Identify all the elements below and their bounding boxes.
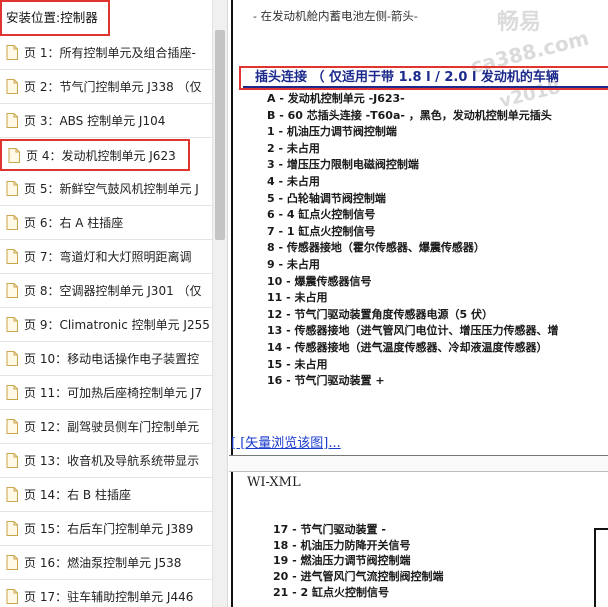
- page-list-item-label: 页 14：右 B 柱插座: [24, 488, 131, 502]
- pin-row: 19 - 燃油压力调节阀控制端: [273, 554, 411, 568]
- scroll-thumb[interactable]: [215, 30, 225, 240]
- page-divider: [229, 455, 608, 472]
- pin-row: 2 - 未占用: [267, 141, 320, 155]
- page-list-item-label: 页 8：空调器控制单元 J301 （仅: [24, 284, 202, 298]
- page-list-item[interactable]: 页 15：右后车门控制单元 J389: [0, 512, 212, 546]
- page-list-item-label: 页 6：右 A 柱插座: [24, 216, 124, 230]
- pin-row: 1 - 机油压力调节阀控制端: [267, 125, 397, 139]
- page-icon: [6, 113, 18, 128]
- page-list-item-label: 页 12：副驾驶员侧车门控制单元: [24, 420, 200, 434]
- page-list-item-label: 页 4：发动机控制单元 J623: [26, 148, 176, 163]
- pin-list-continued: 17 - 节气门驱动装置 - 18 - 机油压力防降开关信号 19 - 燃油压力调节…: [273, 522, 444, 601]
- pin-row: 5 - 凸轮轴调节阀控制端: [267, 191, 386, 205]
- pin-row: 6 - 4 缸点火控制信号: [267, 208, 376, 222]
- location-note: - 在发动机舱内蓄电池左侧-箭头-: [253, 9, 418, 23]
- pin-row: 16 - 节气门驱动装置 +: [267, 374, 385, 388]
- page-list-item[interactable]: 页 16：燃油泵控制单元 J538: [0, 546, 212, 580]
- pin-row: 10 - 爆震传感器信号: [267, 274, 372, 288]
- page-list-item[interactable]: 页 9：Climatronic 控制单元 J255: [0, 308, 212, 342]
- page-list-item-label: 页 1：所有控制单元及组合插座-: [24, 46, 196, 60]
- page-list-item[interactable]: 页 1：所有控制单元及组合插座-: [0, 36, 212, 70]
- wi-xml-label: WI-XML: [247, 475, 301, 490]
- sidebar-header: 安装位置:控制器: [0, 0, 110, 36]
- page-icon: [6, 181, 18, 196]
- pin-row: A - 发动机控制单元 -J623-: [267, 92, 405, 105]
- page-list-item[interactable]: 页 5：新鲜空气鼓风机控制单元 J: [0, 172, 212, 206]
- page-list-item-label: 页 17：驻车辅助控制单元 J446: [24, 590, 194, 604]
- watermark: 畅易: [497, 10, 542, 35]
- document-view: 畅易 ca388.com v2018 - 在发动机舱内蓄电池左侧-箭头- 插头连…: [229, 0, 608, 607]
- pin-row: 11 - 未占用: [267, 291, 328, 305]
- page-list-item-label: 页 13：收音机及导航系统带显示: [24, 454, 200, 468]
- page-list-item-label: 页 10：移动电话操作电子装置控: [24, 352, 200, 366]
- page-icon: [6, 487, 18, 502]
- pin-row: 4 - 未占用: [267, 174, 320, 188]
- sidebar: 安装位置:控制器 页 1：所有控制单元及组合插座- 页 2：节气门控制单元 J33…: [0, 0, 228, 607]
- page-list-item[interactable]: 页 14：右 B 柱插座: [0, 478, 212, 512]
- section-underline: [243, 86, 608, 88]
- page-list-item-label: 页 5：新鲜空气鼓风机控制单元 J: [24, 182, 199, 196]
- page-list-item[interactable]: 页 6：右 A 柱插座: [0, 206, 212, 240]
- page-icon: [6, 45, 18, 60]
- pin-row: 15 - 未占用: [267, 357, 328, 371]
- page-icon: [6, 249, 18, 264]
- page-list-item-label: 页 15：右后车门控制单元 J389: [24, 522, 194, 536]
- pin-row: 18 - 机油压力防降开关信号: [273, 538, 411, 552]
- pin-row: 21 - 2 缸点火控制信号: [273, 585, 390, 599]
- page-list-item[interactable]: 页 2：节气门控制单元 J338 （仅: [0, 70, 212, 104]
- page-icon: [6, 555, 18, 570]
- pin-row: 12 - 节气门驱动装置角度传感器电源（5 伏）: [267, 307, 494, 321]
- page-list-item[interactable]: 页 12：副驾驶员侧车门控制单元: [0, 410, 212, 444]
- page-icon: [6, 79, 18, 94]
- page-icon: [6, 453, 18, 468]
- pin-row: B - 60 芯插头连接 -T60a- ，黑色，发动机控制单元插头: [267, 108, 552, 122]
- pin-row: 20 - 进气管风门气流控制阀控制端: [273, 570, 444, 584]
- page-list-item-label: 页 16：燃油泵控制单元 J538: [24, 556, 182, 570]
- pin-row: 3 - 增压压力限制电磁阀控制端: [267, 158, 419, 172]
- page-list: 页 1：所有控制单元及组合插座- 页 2：节气门控制单元 J338 （仅页 3：A…: [0, 36, 212, 607]
- connector-diagram: [594, 528, 608, 607]
- page-list-item-label: 页 11：可加热后座椅控制单元 J7: [24, 386, 203, 400]
- page-list-item[interactable]: 页 17：驻车辅助控制单元 J446: [0, 580, 212, 607]
- page-list-item[interactable]: 页 11：可加热后座椅控制单元 J7: [0, 376, 212, 410]
- sidebar-scrollbar[interactable]: [212, 0, 227, 607]
- document-border: [231, 0, 233, 455]
- pin-list: A - 发动机控制单元 -J623- B - 60 芯插头连接 -T60a- ，黑…: [267, 91, 559, 390]
- page-icon: [6, 351, 18, 366]
- vector-view-link[interactable]: [ [矢量浏览该图]...: [231, 432, 341, 451]
- page-icon: [6, 283, 18, 298]
- page-list-item-label: 页 3：ABS 控制单元 J104: [24, 114, 166, 128]
- page-list-item-label: 页 7：弯道灯和大灯照明距离调: [24, 250, 192, 264]
- pin-row: 7 - 1 缸点火控制信号: [267, 224, 376, 238]
- page-icon: [6, 521, 18, 536]
- pin-row: 17 - 节气门驱动装置 -: [273, 523, 386, 536]
- page-list-item[interactable]: 页 3：ABS 控制单元 J104: [0, 104, 212, 138]
- pin-row: 14 - 传感器接地（进气温度传感器、冷却液温度传感器）: [267, 340, 548, 354]
- page-list-item[interactable]: 页 10：移动电话操作电子装置控: [0, 342, 212, 376]
- document-border: [231, 470, 233, 607]
- page-icon: [8, 147, 20, 163]
- page-icon: [6, 419, 18, 434]
- page-list-item[interactable]: 页 7：弯道灯和大灯照明距离调: [0, 240, 212, 274]
- page-icon: [6, 215, 18, 230]
- pin-row: 8 - 传感器接地（霍尔传感器、爆震传感器）: [267, 241, 485, 255]
- page-list-item[interactable]: 页 8：空调器控制单元 J301 （仅: [0, 274, 212, 308]
- page-list-item-label: 页 9：Climatronic 控制单元 J255: [24, 318, 210, 332]
- page-icon: [6, 385, 18, 400]
- page-icon: [6, 317, 18, 332]
- pin-row: 13 - 传感器接地（进气管风门电位计、增压压力传感器、增: [267, 324, 559, 338]
- page-list-item-label: 页 2：节气门控制单元 J338 （仅: [24, 80, 202, 94]
- page-icon: [6, 589, 18, 604]
- pin-row: 9 - 未占用: [267, 257, 320, 271]
- page-list-item[interactable]: 页 13：收音机及导航系统带显示: [0, 444, 212, 478]
- page-list-item[interactable]: 页 4：发动机控制单元 J623: [0, 139, 190, 171]
